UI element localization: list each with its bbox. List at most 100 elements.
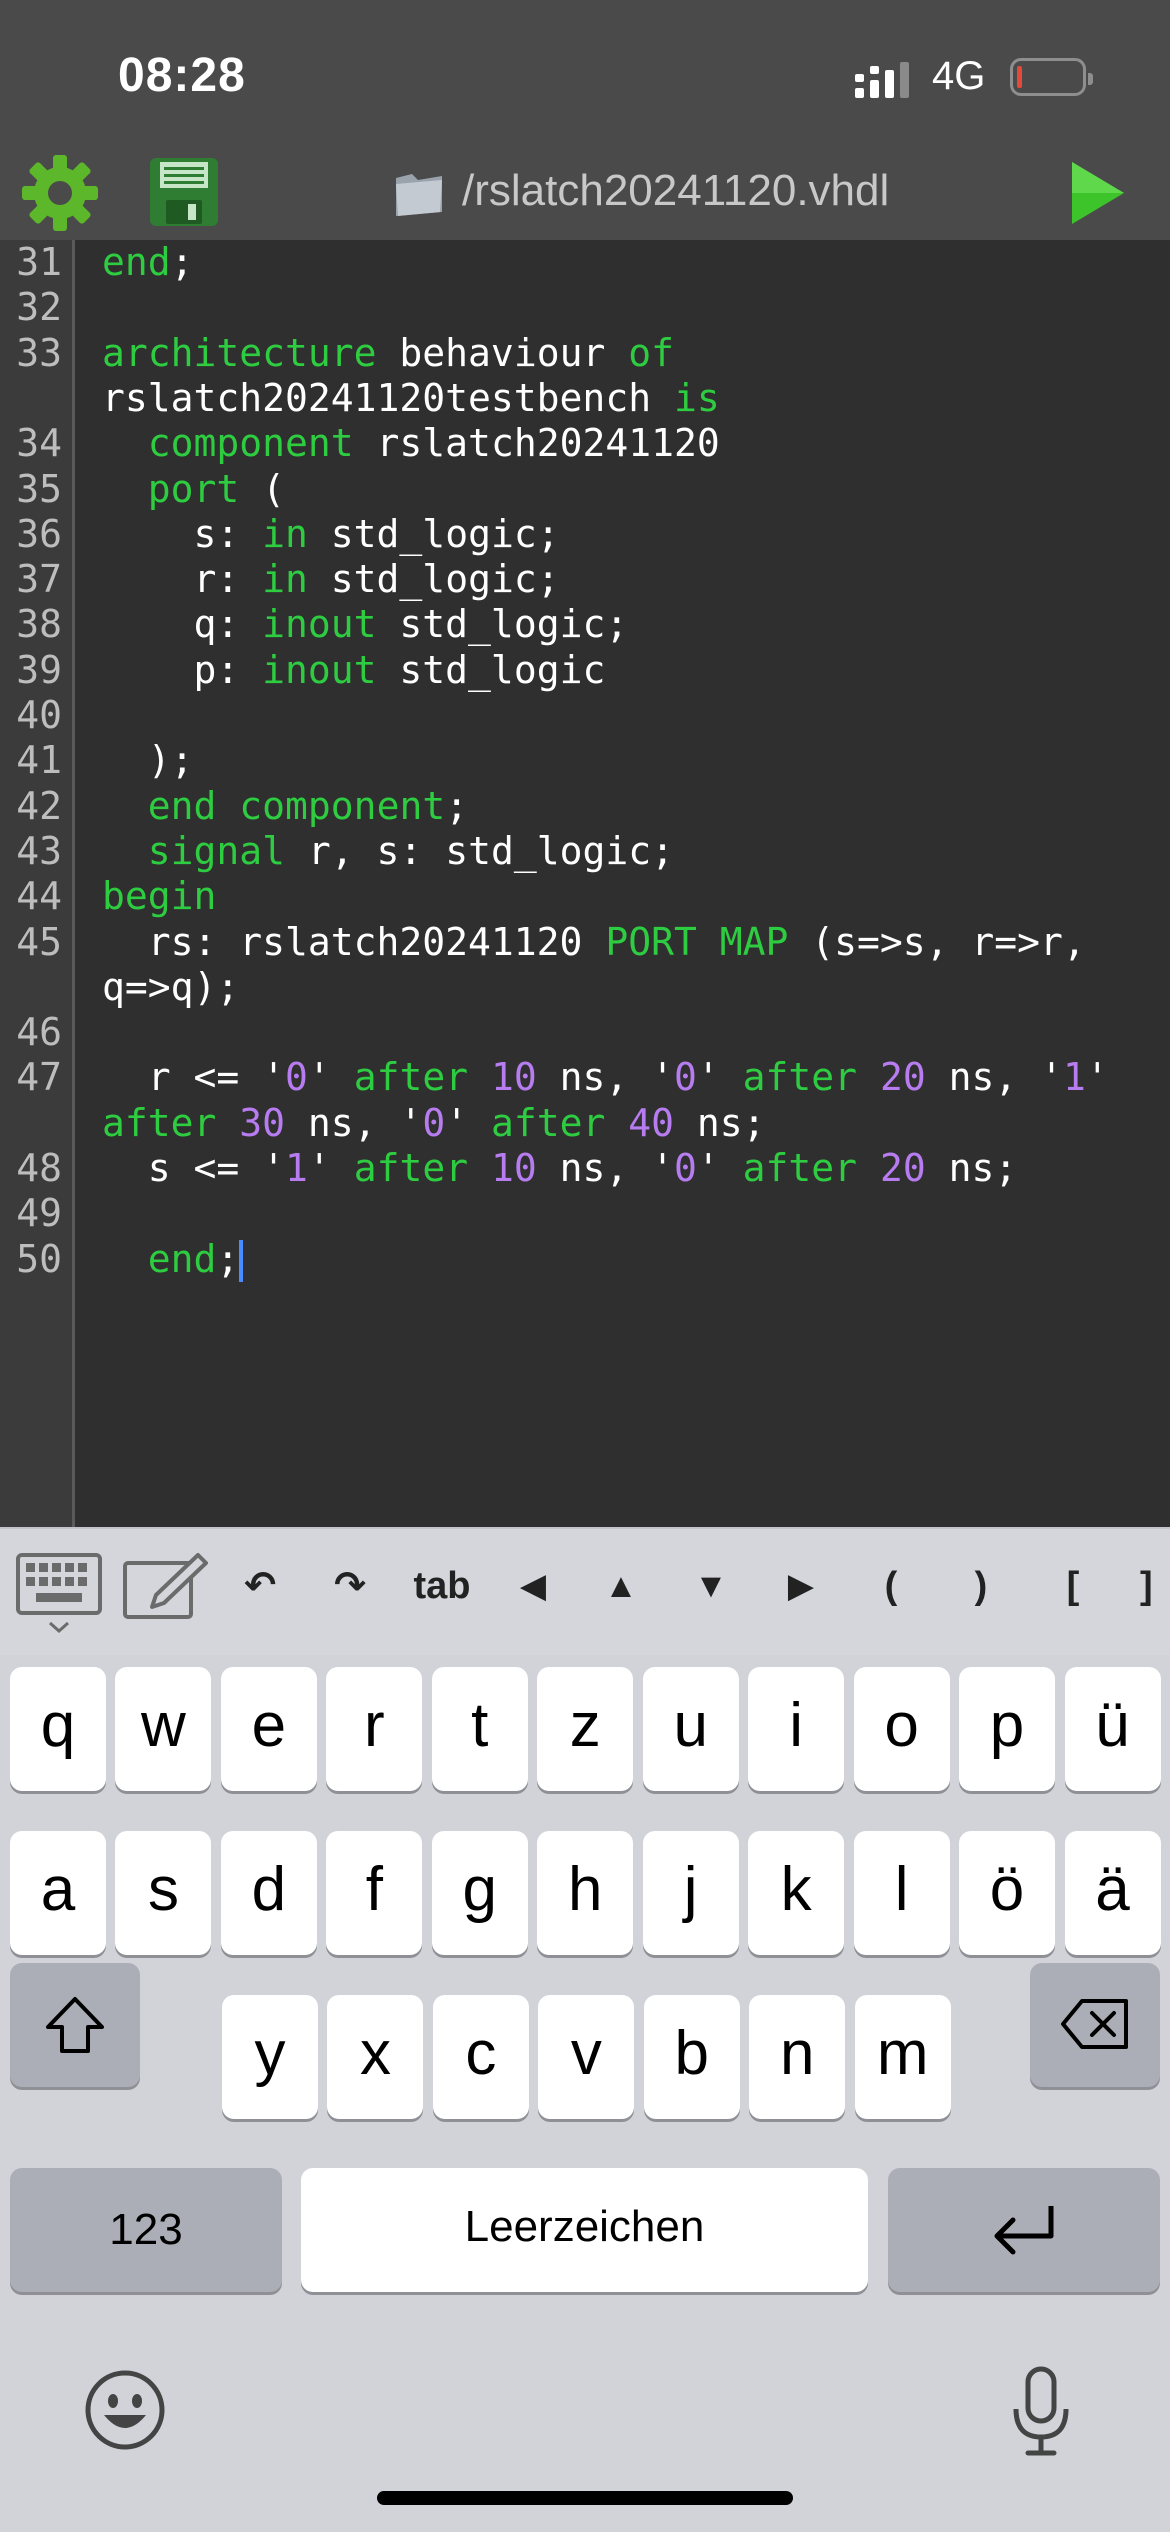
bracket-open-button[interactable]: [ (1048, 1551, 1098, 1621)
key-n[interactable]: n (749, 1995, 846, 2119)
code-token: ns, ' (536, 1146, 675, 1190)
code-text: q=>q); (102, 965, 239, 1010)
key-z[interactable]: z (537, 1667, 634, 1791)
key-s[interactable]: s (115, 1831, 212, 1955)
key-f[interactable]: f (326, 1831, 423, 1955)
shift-key[interactable] (10, 1963, 140, 2087)
code-number: 1 (285, 1146, 308, 1190)
top-bar: 08:28 4G /rslatch20241120.vhdl (0, 0, 1170, 240)
code-text: signal r, s: std_logic; (102, 829, 674, 874)
code-keyword: of (628, 330, 674, 375)
keyboard-hide-icon[interactable] (16, 1553, 102, 1637)
code-token: ' (307, 1146, 354, 1190)
redo-button[interactable]: ↷ (322, 1551, 378, 1621)
code-keyword: in (262, 511, 308, 556)
editor-accessory-bar: ↶ ↷ tab ◀ ▲ ▼ ▶ ( ) [ ] (0, 1527, 1170, 1655)
line-number: 43 (16, 828, 62, 873)
shift-icon (46, 1997, 104, 2053)
code-token: std_logic; (307, 557, 560, 602)
key-e[interactable]: e (220, 1667, 317, 1791)
key-x[interactable]: x (327, 1995, 424, 2119)
code-token: rslatch20241120 (353, 421, 720, 466)
play-icon[interactable] (1068, 158, 1128, 228)
line-number: 34 (16, 421, 62, 466)
key-o[interactable]: o (853, 1667, 950, 1791)
key-g[interactable]: g (431, 1831, 528, 1955)
code-token: ; (445, 783, 469, 828)
edit-icon[interactable] (122, 1551, 208, 1621)
code-token: behaviour (376, 330, 629, 375)
key-d[interactable]: d (220, 1831, 317, 1955)
line-number: 36 (16, 511, 62, 556)
code-token: ' (696, 1146, 743, 1190)
return-key[interactable] (888, 2168, 1160, 2292)
key-ä[interactable]: ä (1064, 1831, 1161, 1955)
code-text: p: inout std_logic (102, 647, 606, 693)
code-editor[interactable]: 31 end; 32 33 architecture behaviour of rslat… (0, 240, 1170, 1527)
line-number: 38 (16, 602, 62, 647)
text-cursor (239, 1240, 244, 1283)
key-y[interactable]: y (222, 1995, 318, 2119)
key-m[interactable]: m (854, 1995, 951, 2119)
key-q[interactable]: q (10, 1667, 106, 1791)
key-u[interactable]: u (642, 1667, 739, 1791)
key-b[interactable]: b (643, 1995, 740, 2119)
battery-icon (1010, 58, 1093, 96)
save-icon[interactable] (148, 156, 220, 228)
code-text: component rslatch20241120 (102, 421, 720, 466)
code-token: rslatch20241120testbench (102, 375, 674, 420)
key-c[interactable]: c (432, 1995, 529, 2119)
code-token: s <= ' (102, 1146, 286, 1190)
key-ö[interactable]: ö (959, 1831, 1056, 1955)
gear-icon[interactable] (20, 153, 100, 233)
line-number: 49 (16, 1191, 62, 1236)
line-number: 39 (16, 647, 62, 692)
key-r[interactable]: r (326, 1667, 423, 1791)
code-keyword: after (353, 1055, 469, 1100)
code-keyword: signal (147, 828, 286, 873)
microphone-icon[interactable] (1010, 2365, 1072, 2457)
key-t[interactable]: t (431, 1667, 528, 1791)
line-number: 45 (16, 919, 62, 964)
line-number: 47 (16, 1055, 62, 1100)
tab-button[interactable]: tab (400, 1551, 484, 1621)
code-keyword: architecture (102, 330, 377, 375)
emoji-icon[interactable] (84, 2369, 166, 2451)
code-token: ns; (925, 1146, 1018, 1190)
numbers-key[interactable]: 123 (10, 2168, 282, 2292)
code-keyword: component (239, 783, 446, 828)
code-keyword: inout (262, 647, 377, 692)
key-p[interactable]: p (959, 1667, 1056, 1791)
cursor-right-button[interactable]: ▶ (774, 1551, 828, 1621)
network-type: 4G (932, 54, 986, 98)
home-indicator (377, 2491, 793, 2505)
cursor-up-button[interactable]: ▲ (594, 1551, 648, 1621)
file-path[interactable]: /rslatch20241120.vhdl (462, 166, 889, 216)
backspace-key[interactable] (1030, 1963, 1160, 2087)
key-k[interactable]: k (748, 1831, 845, 1955)
key-j[interactable]: j (642, 1831, 739, 1955)
key-ü[interactable]: ü (1064, 1667, 1161, 1791)
paren-close-button[interactable]: ) (956, 1551, 1006, 1621)
paren-open-button[interactable]: ( (866, 1551, 916, 1621)
code-number: 0 (674, 1146, 697, 1190)
code-number: 10 (490, 1055, 537, 1100)
cursor-left-button[interactable]: ◀ (506, 1551, 560, 1621)
key-i[interactable]: i (748, 1667, 845, 1791)
bracket-close-button[interactable]: ] (1140, 1551, 1170, 1621)
cursor-down-button[interactable]: ▼ (684, 1551, 738, 1621)
code-keyword: component (147, 421, 354, 466)
key-l[interactable]: l (853, 1831, 950, 1955)
undo-button[interactable]: ↶ (232, 1551, 288, 1621)
key-w[interactable]: w (115, 1667, 212, 1791)
key-a[interactable]: a (10, 1831, 106, 1955)
key-v[interactable]: v (538, 1995, 635, 2119)
key-h[interactable]: h (537, 1831, 634, 1955)
code-keyword: after (742, 1055, 858, 1100)
code-keyword: port (147, 466, 240, 511)
code-text: begin (102, 874, 216, 919)
space-key[interactable]: Leerzeichen (301, 2168, 868, 2292)
